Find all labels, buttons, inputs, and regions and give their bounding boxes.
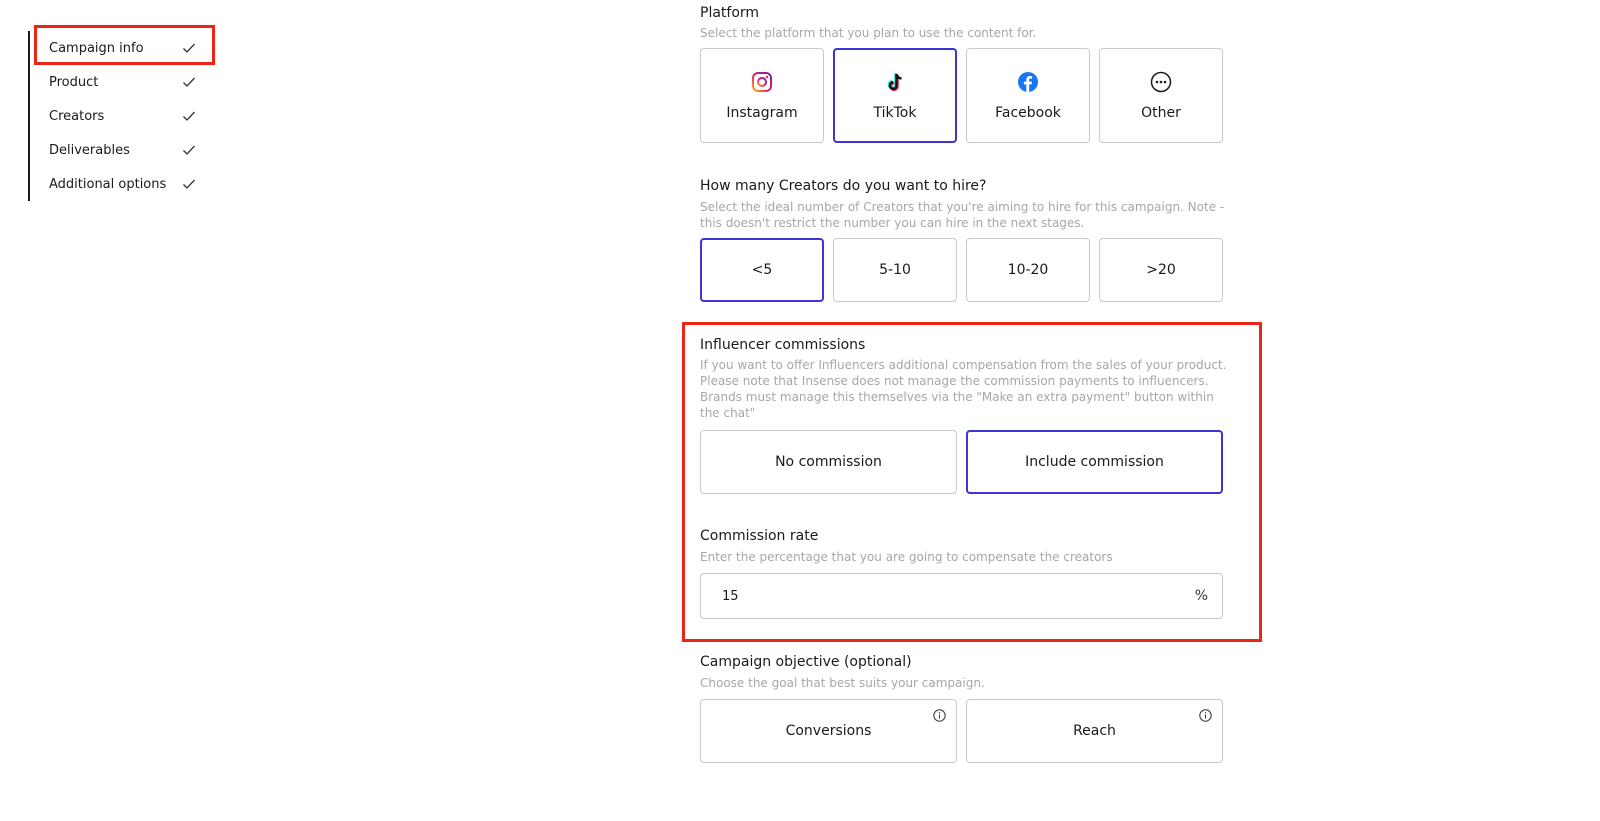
objective-option-reach[interactable]: Reach (966, 699, 1223, 763)
commissions-title: Influencer commissions (700, 337, 866, 353)
sidebar-item-campaign-info[interactable]: Campaign info (28, 31, 218, 65)
sidebar-item-creators[interactable]: Creators (28, 99, 218, 133)
platform-option-label: Facebook (995, 104, 1061, 121)
sidebar-item-label: Creators (49, 108, 105, 124)
objective-option-conversions[interactable]: Conversions (700, 699, 957, 763)
commission-rate-value: 15 (722, 588, 739, 604)
platform-option-facebook[interactable]: Facebook (966, 48, 1090, 143)
facebook-icon (1017, 71, 1039, 93)
info-icon[interactable] (933, 709, 946, 726)
creators-option-10-20[interactable]: 10-20 (966, 238, 1090, 302)
platform-option-instagram[interactable]: Instagram (700, 48, 824, 143)
check-icon (182, 110, 196, 122)
creators-title: How many Creators do you want to hire? (700, 178, 987, 194)
platform-option-label: Other (1141, 104, 1181, 121)
commission-rate-description: Enter the percentage that you are going … (700, 550, 1113, 564)
sidebar-item-label: Product (49, 74, 99, 90)
info-icon[interactable] (1199, 709, 1212, 726)
commissions-description: If you want to offer Influencers additio… (700, 358, 1227, 420)
optional-label: (optional) (843, 654, 912, 670)
more-icon (1150, 71, 1172, 93)
sidebar-item-deliverables[interactable]: Deliverables (28, 133, 218, 167)
creators-option-label: <5 (751, 262, 773, 278)
instagram-icon (751, 71, 773, 93)
creators-description: Select the ideal number of Creators that… (700, 200, 1225, 230)
platform-option-tiktok[interactable]: TikTok (833, 48, 957, 143)
creators-option-5-10[interactable]: 5-10 (833, 238, 957, 302)
platform-option-other[interactable]: Other (1099, 48, 1223, 143)
objective-title: Campaign objective (optional) (700, 654, 912, 670)
commission-option-label: No commission (775, 454, 882, 470)
platform-option-label: TikTok (873, 104, 917, 121)
platform-title: Platform (700, 5, 760, 21)
objective-description: Choose the goal that best suits your cam… (700, 676, 985, 690)
objective-title-text: Campaign objective (700, 654, 840, 670)
objective-option-label: Conversions (785, 723, 872, 739)
check-icon (182, 144, 196, 156)
no-commission-option[interactable]: No commission (700, 430, 957, 494)
commission-rate-title: Commission rate (700, 528, 819, 544)
check-icon (182, 76, 196, 88)
include-commission-option[interactable]: Include commission (966, 430, 1223, 494)
creators-option-under-5[interactable]: <5 (700, 238, 824, 302)
sidebar-item-label: Additional options (49, 176, 167, 192)
creators-option-label: 10-20 (1007, 262, 1049, 278)
check-icon (182, 178, 196, 190)
creators-option-over-20[interactable]: >20 (1099, 238, 1223, 302)
sidebar-item-additional-options[interactable]: Additional options (28, 167, 218, 201)
objective-option-label: Reach (1073, 723, 1116, 739)
tiktok-icon (884, 71, 906, 93)
sidebar-item-label: Deliverables (49, 142, 130, 158)
creators-option-label: 5-10 (879, 262, 911, 278)
commission-option-label: Include commission (1025, 454, 1164, 470)
percent-suffix: % (1194, 588, 1208, 604)
sidebar-item-product[interactable]: Product (28, 65, 218, 99)
platform-option-label: Instagram (726, 104, 798, 121)
step-sidebar: Campaign info Product Creators Deliverab… (28, 25, 218, 201)
platform-description: Select the platform that you plan to use… (700, 26, 1037, 40)
sidebar-item-label: Campaign info (49, 40, 144, 56)
commission-rate-input[interactable]: 15 % (700, 573, 1223, 619)
creators-option-label: >20 (1146, 262, 1176, 278)
check-icon (182, 42, 196, 54)
